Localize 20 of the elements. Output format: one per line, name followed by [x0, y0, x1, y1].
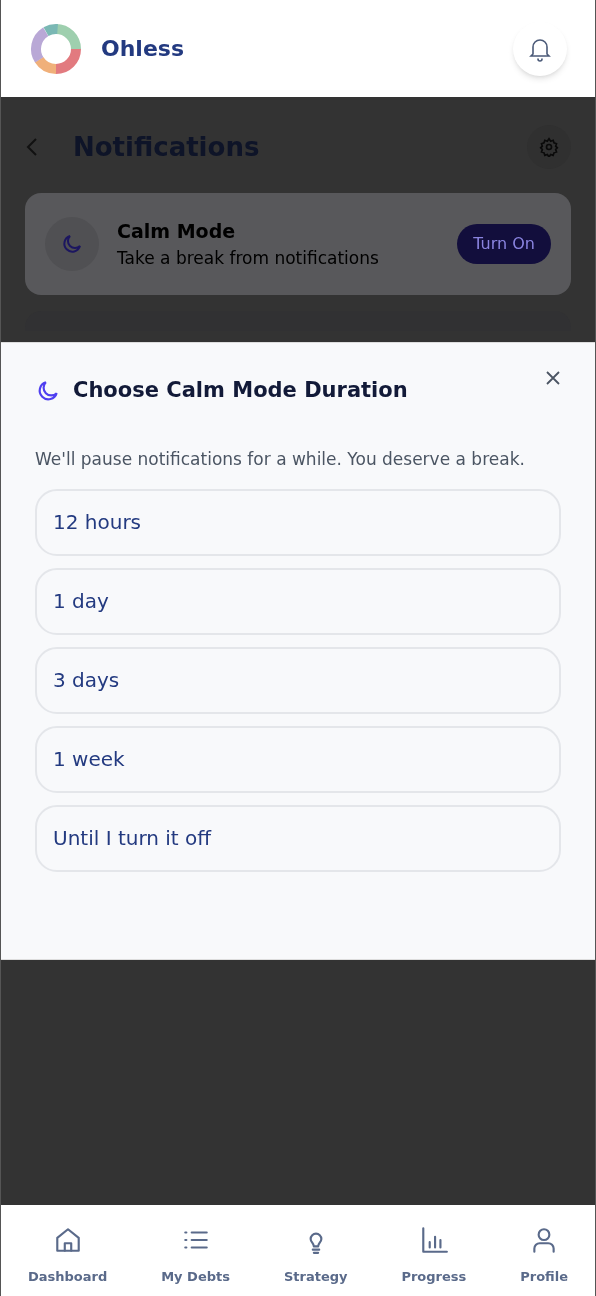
duration-option[interactable]: 3 days	[35, 646, 561, 714]
gear-icon	[539, 137, 559, 157]
card-title: Calm Mode	[117, 219, 237, 244]
nav-item[interactable]: Dashboard	[27, 1224, 108, 1287]
nav-item[interactable]: Profile	[520, 1224, 568, 1287]
nav-item[interactable]: Progress	[401, 1224, 467, 1287]
turn-on-button[interactable]: Turn On	[457, 224, 551, 264]
duration-option[interactable]: 1 day	[35, 567, 561, 635]
dialog-message: We'll pause notifications for a while. You deserve a break.	[35, 447, 526, 471]
duration-option[interactable]: 12 hours	[35, 488, 561, 556]
nav-item[interactable]: My Debts	[161, 1224, 230, 1287]
app-name: Ohless	[101, 35, 184, 63]
logo-icon	[29, 21, 83, 76]
duration-option[interactable]: 1 week	[35, 725, 561, 793]
dialog-title: Choose Calm Mode Duration	[73, 377, 408, 404]
notifications-button[interactable]	[513, 21, 567, 76]
duration-option[interactable]: Until I turn it off	[35, 804, 561, 872]
close-icon[interactable]	[545, 369, 561, 386]
card-subtitle: Take a break from notifications	[117, 246, 380, 270]
nav-item[interactable]: Strategy	[283, 1224, 348, 1287]
